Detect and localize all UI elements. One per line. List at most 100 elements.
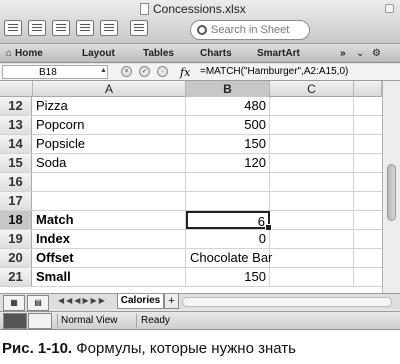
cell-a12[interactable]: Pizza xyxy=(33,97,186,115)
column-header-b[interactable]: B xyxy=(186,81,270,97)
cell-b21[interactable]: 150 xyxy=(186,268,270,286)
formula-input[interactable]: =MATCH("Hamburger",A2:A15,0) xyxy=(200,66,348,80)
new-workbook-icon[interactable] xyxy=(4,20,22,36)
figure-label: Рис. 1-10. xyxy=(2,340,73,357)
ribbon-overflow-button[interactable]: » xyxy=(340,48,346,59)
status-divider xyxy=(136,314,137,328)
figure-caption: Рис. 1-10. Формулы, которые нужно знать xyxy=(2,340,296,357)
cell-c16[interactable] xyxy=(270,173,354,191)
cell-c17[interactable] xyxy=(270,192,354,210)
print-icon[interactable] xyxy=(100,20,118,36)
figure-caption-text: Формулы, которые нужно знать xyxy=(76,340,296,357)
tab-smartart[interactable]: SmartArt xyxy=(257,48,300,59)
cell-b15[interactable]: 120 xyxy=(186,154,270,172)
sheet-tab-calories[interactable]: Calories xyxy=(117,294,164,309)
cut-icon[interactable] xyxy=(130,20,148,36)
select-all-corner[interactable] xyxy=(0,81,33,97)
search-icon xyxy=(197,25,207,35)
toolbar-toggle-icon[interactable] xyxy=(385,4,394,13)
cell-a17[interactable] xyxy=(33,192,186,210)
status-bar: Normal View Ready xyxy=(0,311,400,329)
name-box[interactable]: B18 ▲ xyxy=(2,65,108,79)
cell-a19[interactable]: Index xyxy=(33,230,186,248)
name-box-stepper-icon[interactable]: ▲ xyxy=(100,67,107,74)
cell-b14[interactable]: 150 xyxy=(186,135,270,153)
table-row: 16 xyxy=(0,173,382,192)
formula-builder-icon[interactable]: · xyxy=(157,66,168,77)
insert-function-button[interactable]: fx xyxy=(180,66,190,79)
row-header[interactable]: 18 xyxy=(0,211,32,229)
formula-bar: B18 ▲ × ✓ · fx =MATCH("Hamburger",A2:A15… xyxy=(0,64,400,81)
vertical-scroll-thumb[interactable] xyxy=(387,164,396,221)
cell-a18[interactable]: Match xyxy=(33,211,186,229)
row-header[interactable]: 16 xyxy=(0,173,32,191)
row-header[interactable]: 19 xyxy=(0,230,32,248)
chevron-down-icon[interactable]: ⌄ xyxy=(356,48,364,59)
vertical-scrollbar[interactable] xyxy=(382,81,400,293)
cell-a21[interactable]: Small xyxy=(33,268,186,286)
column-headers: A B C xyxy=(0,81,382,97)
templates-icon[interactable] xyxy=(28,20,46,36)
confirm-icon[interactable]: ✓ xyxy=(139,66,150,77)
add-sheet-button[interactable]: + xyxy=(164,294,179,309)
tab-layout[interactable]: Layout xyxy=(82,48,115,59)
status-ready: Ready xyxy=(141,315,170,326)
tab-home[interactable]: Home xyxy=(6,48,43,59)
horizontal-scrollbar[interactable] xyxy=(182,297,392,307)
tab-tables[interactable]: Tables xyxy=(143,48,174,59)
table-row: 12 Pizza 480 xyxy=(0,97,382,116)
status-layout-view-icon[interactable] xyxy=(28,313,52,329)
row-header[interactable]: 12 xyxy=(0,97,32,115)
cell-c21[interactable] xyxy=(270,268,354,286)
cell-a14[interactable]: Popsicle xyxy=(33,135,186,153)
cell-a13[interactable]: Popcorn xyxy=(33,116,186,134)
cell-a16[interactable] xyxy=(33,173,186,191)
cell-a15[interactable]: Soda xyxy=(33,154,186,172)
column-header-d[interactable] xyxy=(354,81,382,97)
cell-b13[interactable]: 500 xyxy=(186,116,270,134)
column-header-a[interactable]: A xyxy=(33,81,186,97)
sheet-nav-arrows-icon[interactable]: ◀◀◀▶▶▶ xyxy=(58,296,107,305)
gear-icon[interactable]: ⚙ xyxy=(372,48,381,59)
cell-c19[interactable] xyxy=(270,230,354,248)
search-field[interactable]: Search in Sheet xyxy=(190,20,310,40)
table-row: 15 Soda 120 xyxy=(0,154,382,173)
cell-c18[interactable] xyxy=(270,211,354,229)
cell-c12[interactable] xyxy=(270,97,354,115)
excel-window: Concessions.xlsx Search in Sheet Home La… xyxy=(0,0,400,330)
save-icon[interactable] xyxy=(76,20,94,36)
cell-c14[interactable] xyxy=(270,135,354,153)
cell-a20[interactable]: Offset xyxy=(33,249,186,267)
row-header[interactable]: 14 xyxy=(0,135,32,153)
document-icon xyxy=(140,3,149,15)
column-header-c[interactable]: C xyxy=(270,81,354,97)
cell-b17[interactable] xyxy=(186,192,270,210)
table-row: 21 Small 150 xyxy=(0,268,382,287)
normal-view-icon[interactable]: ▦ xyxy=(3,295,25,311)
cell-b20[interactable]: Chocolate Bar xyxy=(186,249,272,267)
cell-b12[interactable]: 480 xyxy=(186,97,270,115)
row-header[interactable]: 13 xyxy=(0,116,32,134)
row-header[interactable]: 15 xyxy=(0,154,32,172)
status-view-switcher xyxy=(3,313,53,329)
table-row: 17 xyxy=(0,192,382,211)
worksheet-grid[interactable]: A B C 12 Pizza 480 13 Popcorn 500 14 Pop… xyxy=(0,81,382,293)
cell-b19[interactable]: 0 xyxy=(186,230,270,248)
search-placeholder: Search in Sheet xyxy=(211,24,290,36)
table-row: 13 Popcorn 500 xyxy=(0,116,382,135)
cell-c13[interactable] xyxy=(270,116,354,134)
cell-b16[interactable] xyxy=(186,173,270,191)
open-icon[interactable] xyxy=(52,20,70,36)
row-header[interactable]: 21 xyxy=(0,268,32,286)
active-cell-b18[interactable]: 6 xyxy=(186,211,272,231)
cell-c20[interactable] xyxy=(270,249,354,267)
status-normal-view-icon[interactable] xyxy=(3,313,27,329)
name-box-value: B18 xyxy=(39,67,57,78)
cancel-icon[interactable]: × xyxy=(121,66,132,77)
page-layout-view-icon[interactable]: ▤ xyxy=(27,295,49,311)
cell-c15[interactable] xyxy=(270,154,354,172)
row-header[interactable]: 20 xyxy=(0,249,32,267)
tab-charts[interactable]: Charts xyxy=(200,48,232,59)
row-header[interactable]: 17 xyxy=(0,192,32,210)
table-row: 14 Popsicle 150 xyxy=(0,135,382,154)
